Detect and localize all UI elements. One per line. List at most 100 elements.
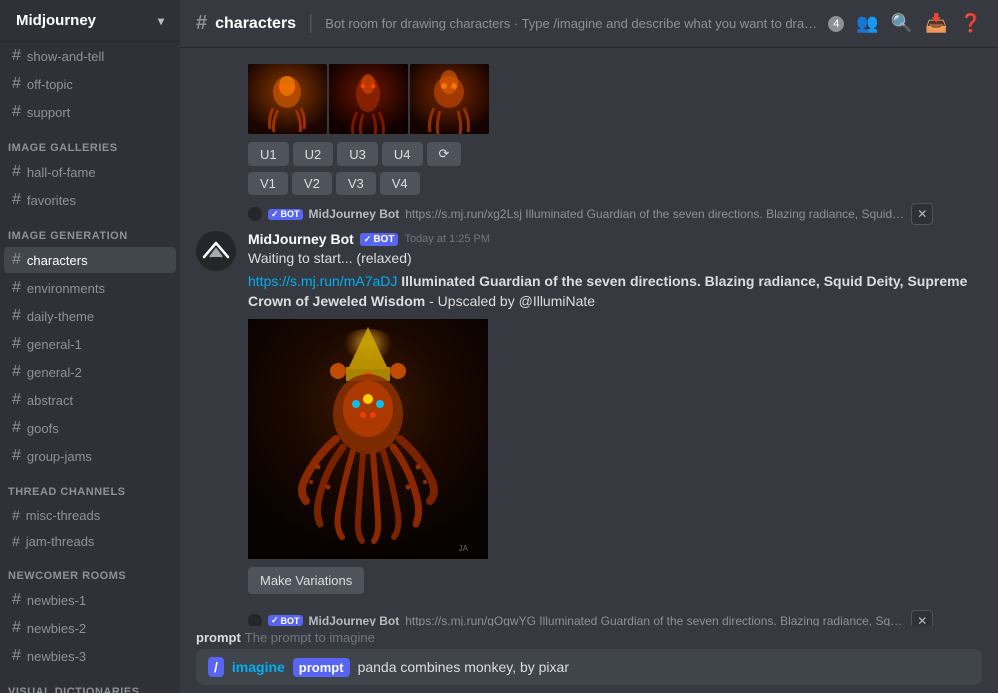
section-newcomer-rooms: NEWCOMER ROOMS [0, 554, 180, 586]
hash-icon: # [12, 391, 21, 409]
message-ref-row-1: ✓ BOT MidJourney Bot https://s.mj.run/xg… [196, 203, 982, 229]
sidebar-item-newbies-2[interactable]: # newbies-2 [4, 615, 176, 641]
sidebar-item-jam-threads[interactable]: # jam-threads [4, 529, 176, 553]
help-icon[interactable]: ❓ [960, 13, 982, 34]
preview-image-2 [329, 64, 408, 134]
sidebar-item-misc-threads[interactable]: # misc-threads [4, 503, 176, 527]
refresh-button[interactable]: ⟳ [427, 142, 462, 166]
hash-icon: # [12, 251, 21, 269]
section-thread-channels: THREAD CHANNELS [0, 470, 180, 502]
sidebar-item-newbies-1[interactable]: # newbies-1 [4, 587, 176, 613]
topbar-divider: | [308, 12, 313, 35]
sidebar: Midjourney ▾ # show-and-tell # off-topic… [0, 0, 180, 693]
message-content-1: MidJourney Bot ✓ BOT Today at 1:25 PM Wa… [248, 231, 982, 594]
channel-label: off-topic [27, 77, 73, 92]
sidebar-item-abstract[interactable]: # abstract [4, 387, 176, 413]
sidebar-item-show-and-tell[interactable]: # show-and-tell [4, 43, 176, 69]
sidebar-item-daily-theme[interactable]: # daily-theme [4, 303, 176, 329]
make-variations-button[interactable]: Make Variations [248, 567, 364, 594]
preview-image-3 [410, 64, 489, 134]
check-icon: ✓ [271, 209, 279, 220]
message-text-1: Waiting to start... (relaxed) [248, 249, 982, 268]
sidebar-item-newbies-3[interactable]: # newbies-3 [4, 643, 176, 669]
channel-label: abstract [27, 393, 73, 408]
creature-image-large: JA [248, 319, 488, 559]
channel-label: support [27, 105, 70, 120]
sidebar-item-goofs[interactable]: # goofs [4, 415, 176, 441]
ref-bot-badge: ✓ BOT [268, 209, 303, 220]
sidebar-item-group-jams[interactable]: # group-jams [4, 443, 176, 469]
message-link-1[interactable]: https://s.mj.run/mA7aDJ [248, 273, 397, 289]
bot-label: BOT [281, 209, 300, 219]
channel-label: group-jams [27, 449, 92, 464]
hash-icon: # [12, 447, 21, 465]
command-label: imagine [232, 659, 285, 675]
bot-label-2: BOT [281, 616, 300, 626]
members-icon[interactable]: 👥 [856, 13, 878, 34]
message-group-1: MidJourney Bot ✓ BOT Today at 1:25 PM Wa… [196, 231, 982, 594]
dismiss-ref-button-2[interactable]: ✕ [911, 610, 933, 626]
channel-label: daily-theme [27, 309, 94, 324]
sidebar-item-general-1[interactable]: # general-1 [4, 331, 176, 357]
topbar-icons: 4 👥 🔍 📥 ❓ [828, 13, 982, 34]
server-header[interactable]: Midjourney ▾ [0, 0, 180, 42]
hash-icon: # [12, 47, 21, 65]
channel-label: newbies-1 [27, 593, 86, 608]
channel-label: characters [27, 253, 88, 268]
checkmark-icon: ✓ [364, 234, 372, 245]
large-image-container: JA Make Variations [248, 319, 488, 594]
v3-button[interactable]: V3 [336, 172, 376, 195]
bot-badge-1: ✓ BOT [360, 233, 399, 246]
u4-button[interactable]: U4 [382, 142, 423, 166]
dismiss-ref-button[interactable]: ✕ [911, 203, 933, 225]
channel-label: misc-threads [26, 508, 100, 523]
topbar: # characters | Bot room for drawing char… [180, 0, 998, 48]
channel-label: environments [27, 281, 105, 296]
v1-button[interactable]: V1 [248, 172, 288, 195]
messages-area: U1 U2 U3 U4 ⟳ V1 V2 V3 V4 ✓ BOT [180, 48, 998, 626]
channel-label: show-and-tell [27, 49, 104, 64]
hash-icon: # [12, 419, 21, 437]
prompt-description: The prompt to imagine [245, 630, 375, 645]
server-name: Midjourney [16, 12, 96, 29]
message-header-1: MidJourney Bot ✓ BOT Today at 1:25 PM [248, 231, 982, 247]
u2-button[interactable]: U2 [293, 142, 334, 166]
prompt-keyword: prompt [196, 630, 241, 645]
topbar-channel-name: characters [215, 15, 296, 33]
channel-label: newbies-3 [27, 649, 86, 664]
action-buttons-row2: V1 V2 V3 V4 [248, 172, 982, 195]
bot-avatar-1 [196, 231, 236, 271]
hash-icon: # [12, 307, 21, 325]
bot-username-1: MidJourney Bot [248, 231, 354, 247]
ref-username-2: MidJourney Bot [309, 614, 400, 626]
top-image-strip: U1 U2 U3 U4 ⟳ V1 V2 V3 V4 [196, 64, 982, 195]
v2-button[interactable]: V2 [292, 172, 332, 195]
channel-label: favorites [27, 193, 76, 208]
sidebar-item-support[interactable]: # support [4, 99, 176, 125]
section-image-generation: IMAGE GENERATION [0, 214, 180, 246]
hash-icon: # [12, 619, 21, 637]
search-icon[interactable]: 🔍 [891, 13, 913, 34]
channel-label: jam-threads [26, 534, 95, 549]
sidebar-item-characters[interactable]: # characters [4, 247, 176, 273]
channel-label: general-1 [27, 337, 82, 352]
server-chevron: ▾ [158, 14, 164, 28]
sidebar-item-general-2[interactable]: # general-2 [4, 359, 176, 385]
section-visual-dictionaries: VISUAL DICTIONARIES [0, 670, 180, 693]
input-value[interactable]: panda combines monkey, by pixar [358, 659, 970, 675]
ref-bot-badge-2: ✓ BOT [268, 615, 303, 626]
hash-icon: # [12, 279, 21, 297]
sidebar-item-off-topic[interactable]: # off-topic [4, 71, 176, 97]
u1-button[interactable]: U1 [248, 142, 289, 166]
sidebar-item-hall-of-fame[interactable]: # hall-of-fame [4, 159, 176, 185]
hash-icon: # [12, 75, 21, 93]
u3-button[interactable]: U3 [337, 142, 378, 166]
sidebar-item-favorites[interactable]: # favorites [4, 187, 176, 213]
ref-avatar [248, 207, 262, 221]
sidebar-item-environments[interactable]: # environments [4, 275, 176, 301]
v4-button[interactable]: V4 [380, 172, 420, 195]
action-buttons-row1: U1 U2 U3 U4 ⟳ [248, 142, 982, 166]
input-box[interactable]: / imagine prompt panda combines monkey, … [196, 649, 982, 685]
ref-text-1: https://s.mj.run/xg2Lsj Illuminated Guar… [405, 207, 905, 221]
inbox-icon[interactable]: 📥 [925, 13, 947, 34]
